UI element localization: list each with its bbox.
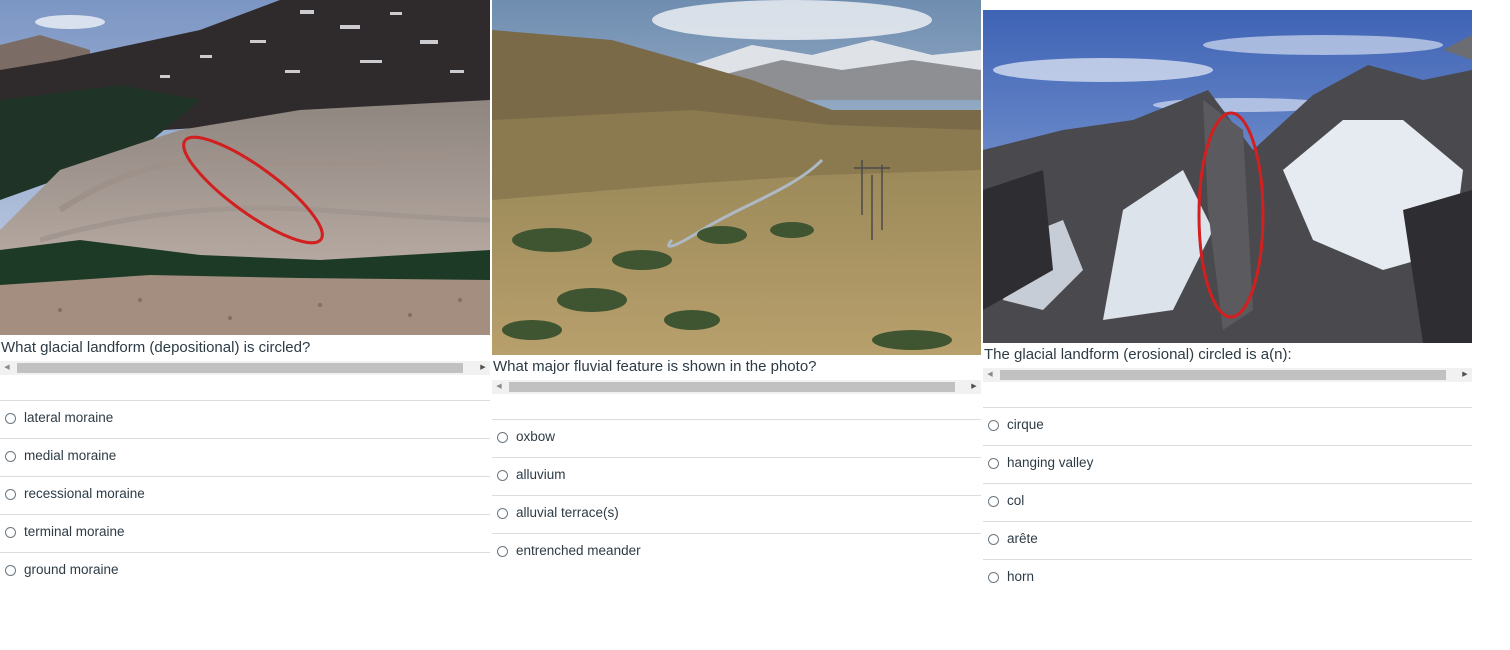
answer-label[interactable]: recessional moraine — [24, 486, 145, 501]
radio-icon[interactable] — [497, 470, 508, 481]
answer-label[interactable]: oxbow — [516, 429, 555, 444]
radio-icon[interactable] — [988, 572, 999, 583]
radio-icon[interactable] — [497, 546, 508, 557]
scroll-thumb[interactable] — [1000, 370, 1446, 380]
scroll-left-icon[interactable]: ◀ — [0, 361, 14, 375]
question-1: What glacial landform (depositional) is … — [0, 0, 490, 600]
answer-option[interactable]: recessional moraine — [0, 476, 490, 514]
answer-option[interactable]: oxbow — [492, 419, 981, 457]
radio-icon[interactable] — [5, 489, 16, 500]
question-3-prompt: The glacial landform (erosional) circled… — [984, 346, 1292, 363]
question-2-prompt: What major fluvial feature is shown in t… — [493, 358, 817, 375]
answer-option[interactable]: alluvial terrace(s) — [492, 495, 981, 533]
answer-option[interactable]: alluvium — [492, 457, 981, 495]
question-2-scrollbar[interactable]: ◀ ▶ — [492, 380, 981, 394]
moraine-photo — [0, 0, 490, 335]
scroll-left-icon[interactable]: ◀ — [492, 380, 506, 394]
scroll-right-icon[interactable]: ▶ — [967, 380, 981, 394]
answer-label[interactable]: horn — [1007, 569, 1034, 584]
answer-label[interactable]: cirque — [1007, 417, 1044, 432]
scroll-right-icon[interactable]: ▶ — [476, 361, 490, 375]
radio-icon[interactable] — [5, 565, 16, 576]
answer-option[interactable]: arête — [983, 521, 1472, 559]
answer-label[interactable]: alluvial terrace(s) — [516, 505, 619, 520]
question-3: The glacial landform (erosional) circled… — [983, 0, 1472, 600]
scroll-thumb[interactable] — [509, 382, 955, 392]
answer-option[interactable]: col — [983, 483, 1472, 521]
answer-label[interactable]: col — [1007, 493, 1024, 508]
question-1-prompt: What glacial landform (depositional) is … — [1, 339, 311, 356]
answer-label[interactable]: terminal moraine — [24, 524, 125, 539]
radio-icon[interactable] — [988, 420, 999, 431]
answer-label[interactable]: ground moraine — [24, 562, 119, 577]
question-2: What major fluvial feature is shown in t… — [492, 0, 981, 600]
answer-label[interactable]: arête — [1007, 531, 1038, 546]
answer-option[interactable]: terminal moraine — [0, 514, 490, 552]
scroll-right-icon[interactable]: ▶ — [1458, 368, 1472, 382]
answer-label[interactable]: alluvium — [516, 467, 566, 482]
radio-icon[interactable] — [5, 413, 16, 424]
question-1-scrollbar[interactable]: ◀ ▶ — [0, 361, 490, 375]
answer-label[interactable]: hanging valley — [1007, 455, 1093, 470]
mountain-ridge-photo — [983, 10, 1472, 343]
question-3-answers: cirque hanging valley col arête horn — [983, 407, 1472, 597]
radio-icon[interactable] — [988, 458, 999, 469]
answer-option[interactable]: horn — [983, 559, 1472, 597]
radio-icon[interactable] — [497, 508, 508, 519]
answer-option[interactable]: medial moraine — [0, 438, 490, 476]
question-2-answers: oxbow alluvium alluvial terrace(s) entre… — [492, 419, 981, 571]
question-3-scrollbar[interactable]: ◀ ▶ — [983, 368, 1472, 382]
river-valley-photo — [492, 0, 981, 355]
answer-option[interactable]: entrenched meander — [492, 533, 981, 571]
answer-option[interactable]: lateral moraine — [0, 400, 490, 438]
radio-icon[interactable] — [497, 432, 508, 443]
answer-label[interactable]: lateral moraine — [24, 410, 113, 425]
answer-option[interactable]: cirque — [983, 407, 1472, 445]
radio-icon[interactable] — [5, 527, 16, 538]
question-1-answers: lateral moraine medial moraine recession… — [0, 400, 490, 590]
answer-option[interactable]: ground moraine — [0, 552, 490, 590]
answer-label[interactable]: entrenched meander — [516, 543, 641, 558]
answer-label[interactable]: medial moraine — [24, 448, 116, 463]
radio-icon[interactable] — [5, 451, 16, 462]
scroll-left-icon[interactable]: ◀ — [983, 368, 997, 382]
scroll-thumb[interactable] — [17, 363, 463, 373]
radio-icon[interactable] — [988, 496, 999, 507]
radio-icon[interactable] — [988, 534, 999, 545]
answer-option[interactable]: hanging valley — [983, 445, 1472, 483]
